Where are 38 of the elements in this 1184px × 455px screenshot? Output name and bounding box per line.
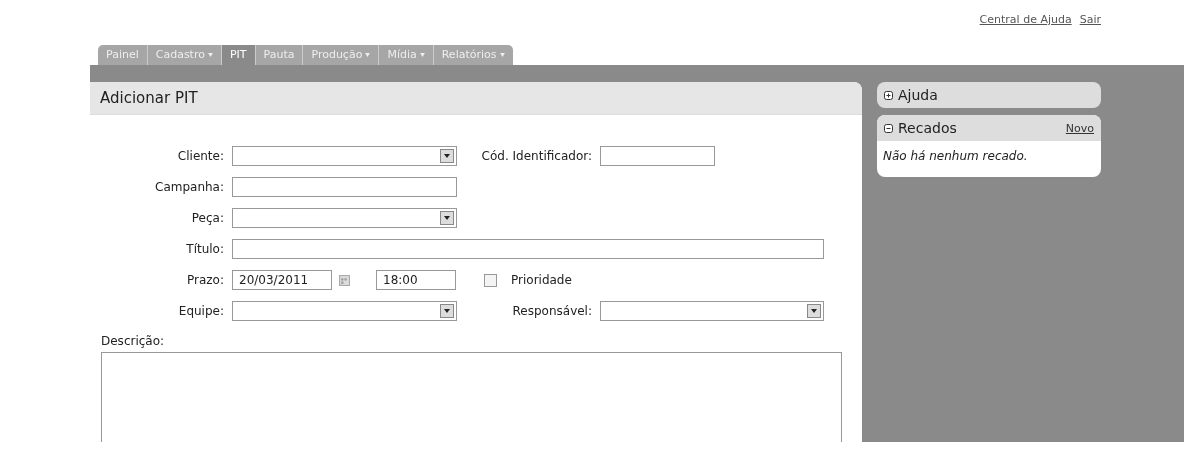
time-field[interactable]: 18:00 [376,270,456,290]
nav-tab[interactable]: Painel [98,45,148,65]
field-label: Cliente: [176,149,225,163]
field-label: Prazo: [186,273,225,287]
nav-tab[interactable]: Cadastro [147,45,222,65]
select-field[interactable] [600,301,824,321]
input-field[interactable] [232,239,824,259]
header-link[interactable]: Central de Ajuda [979,13,1072,25]
nav-tab[interactable]: Pauta [255,45,304,65]
checkbox[interactable] [484,273,497,287]
input-field[interactable] [600,146,715,166]
description-field[interactable] [101,352,842,442]
field-label: Equipe: [177,304,225,318]
new-link[interactable]: Novo [1065,121,1094,135]
panel-title: Ajuda [898,87,938,103]
toggle-icon[interactable] [884,123,893,133]
nav-tab[interactable]: Mídia [379,45,434,65]
date-field[interactable]: 20/03/2011 [232,270,332,290]
panel-title: Recados [898,120,957,136]
calendar-icon[interactable] [339,274,350,286]
field-label: Descrição: [101,334,166,348]
field-label: Responsável: [511,304,593,318]
select-field[interactable] [232,146,457,166]
field-label: Cód. Identificador: [480,149,593,163]
select-field[interactable] [232,208,457,228]
empty-message: Não há nenhum recado. [883,149,1028,163]
input-field[interactable] [232,177,457,197]
toggle-icon[interactable] [884,90,893,100]
select-field[interactable] [232,301,457,321]
header-link[interactable]: Sair [1079,13,1101,25]
nav-tab[interactable]: Relatórios [433,45,513,65]
checkbox-label: Prioridade [511,273,572,287]
nav-tab[interactable]: PIT [221,45,256,65]
nav-tab[interactable]: Produção [303,45,380,65]
field-label: Peça: [190,211,225,225]
field-label: Título: [185,242,225,256]
field-label: Campanha: [154,180,225,194]
panel-title: Adicionar PIT [100,89,198,107]
